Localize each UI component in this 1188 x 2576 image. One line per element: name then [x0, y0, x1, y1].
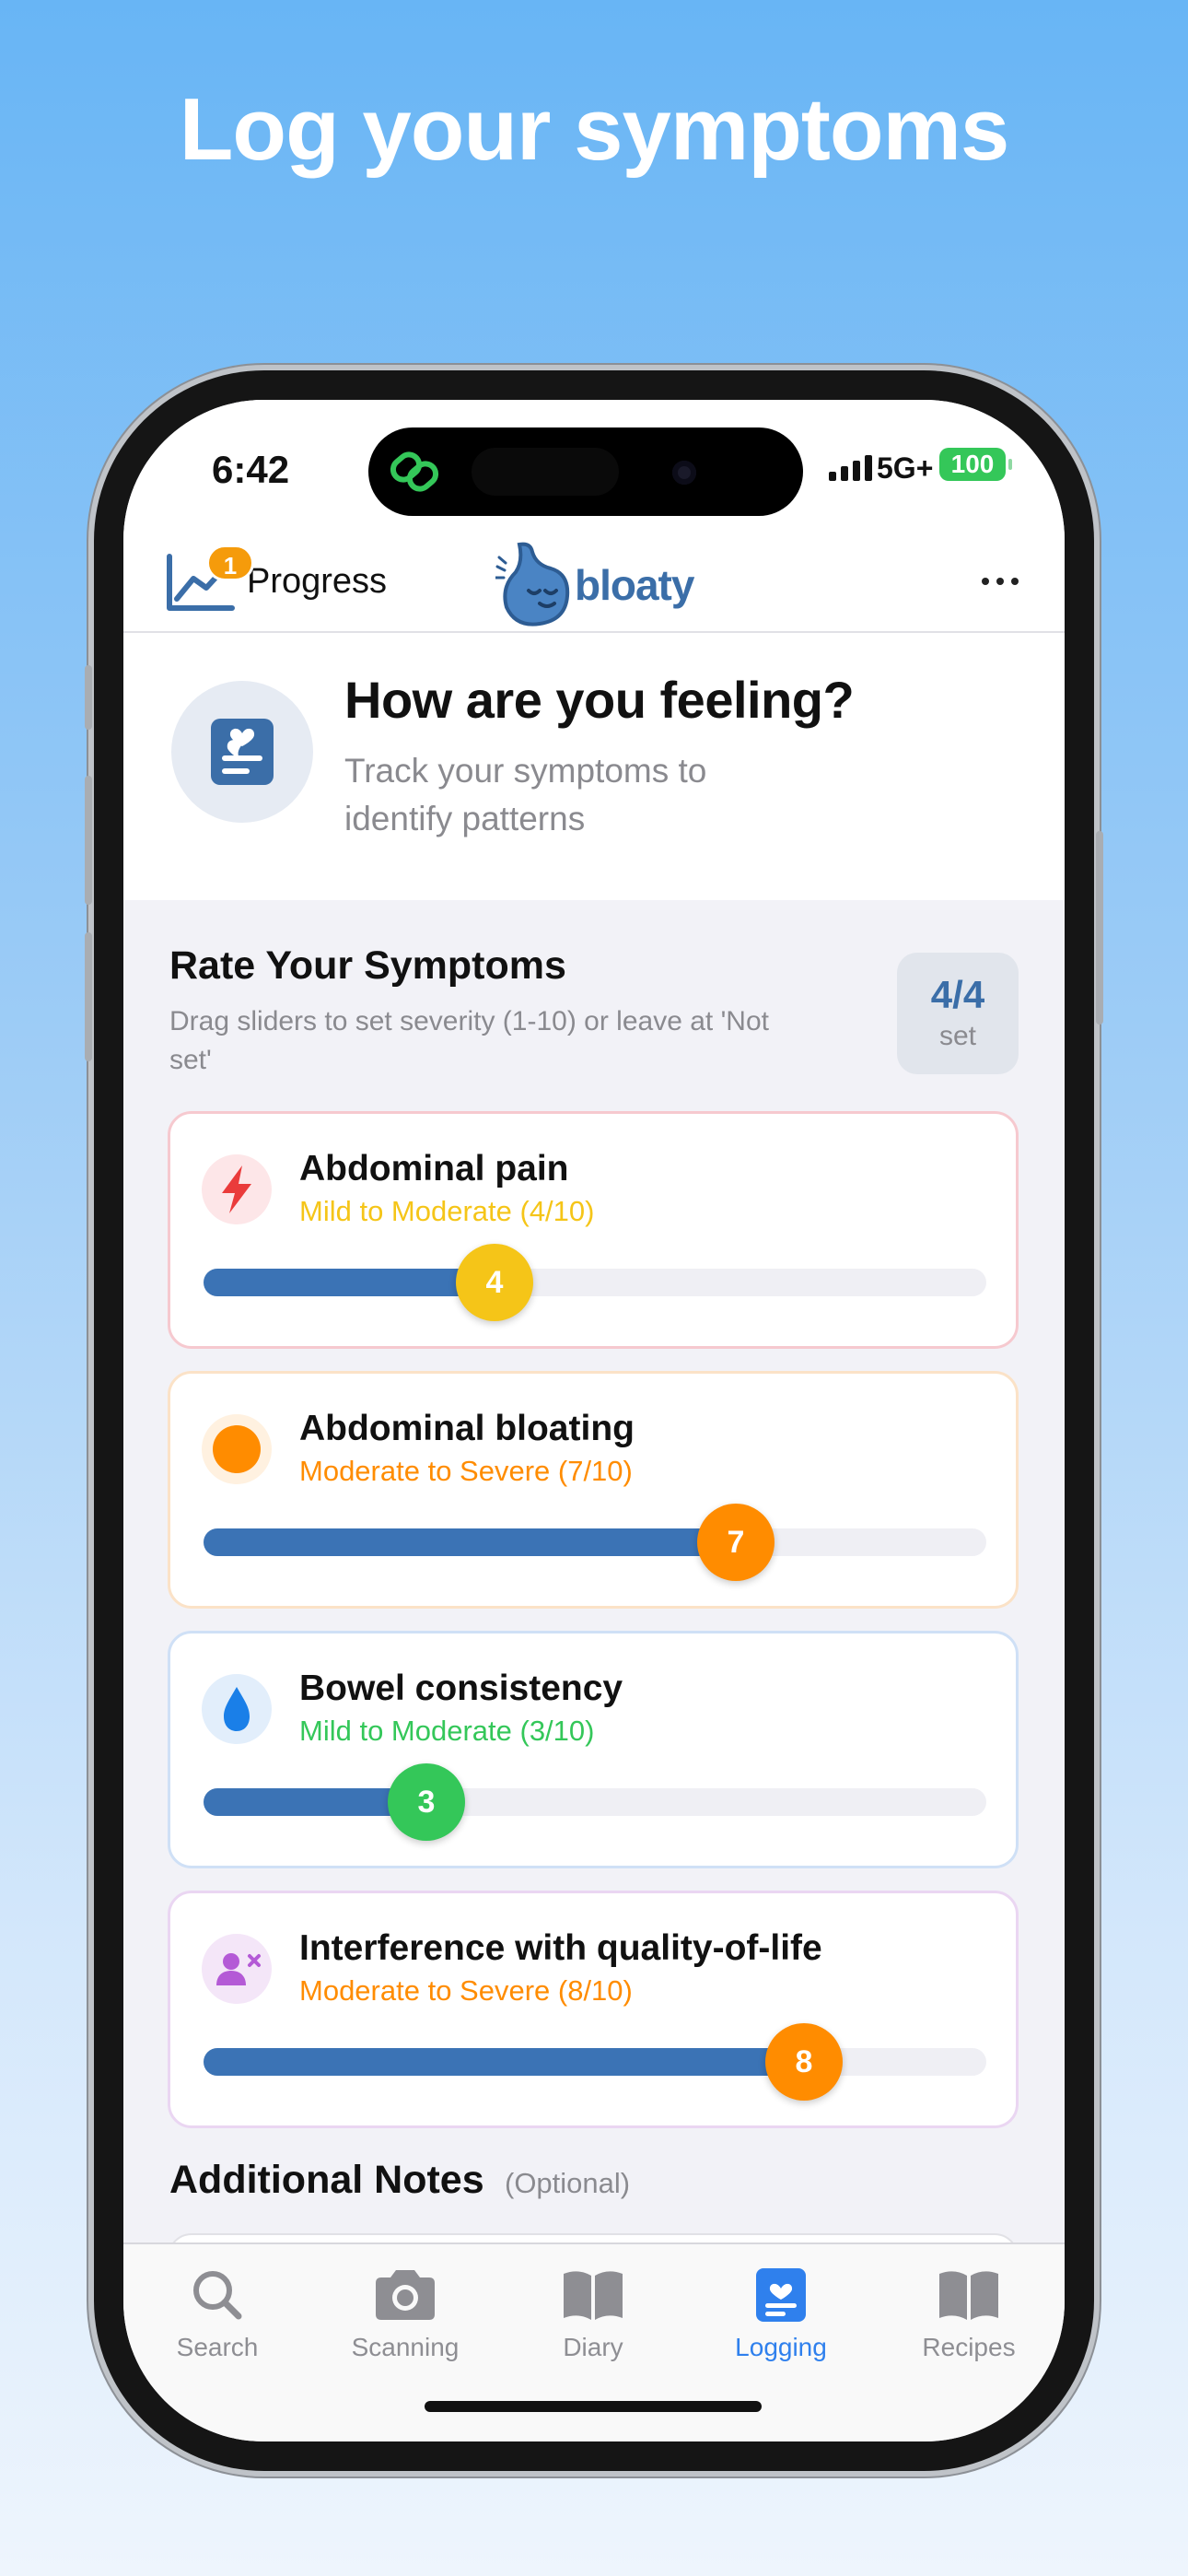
set-label: set: [938, 1021, 977, 1051]
progress-label: Progress: [247, 561, 388, 601]
slider-knob[interactable]: 8: [765, 2023, 843, 2101]
home-indicator[interactable]: [425, 2401, 762, 2412]
tab-logging[interactable]: Logging: [687, 2263, 875, 2362]
network-label: 5G+: [877, 451, 934, 485]
symptom-name: Abdominal bloating: [299, 1409, 635, 1448]
tab-diary[interactable]: Diary: [499, 2263, 687, 2362]
slider-fill: [204, 2048, 804, 2076]
slider-fill: [204, 1528, 736, 1556]
severity-slider[interactable]: 8: [204, 2023, 986, 2101]
feeling-title: How are you feeling?: [344, 671, 855, 729]
tab-label: Diary: [563, 2333, 623, 2361]
more-options-icon[interactable]: [982, 578, 1019, 585]
tab-label: Recipes: [922, 2333, 1016, 2361]
set-count: 4/4: [930, 973, 985, 1016]
search-icon: [193, 2271, 242, 2320]
status-time: 6:42: [212, 448, 290, 491]
severity-slider[interactable]: 4: [204, 1244, 986, 1321]
set-count-badge: 4/4 set: [897, 953, 1019, 1074]
tab-search[interactable]: Search: [123, 2263, 311, 2362]
person-x-icon: [202, 1934, 272, 2004]
front-camera: [672, 461, 696, 485]
tab-bar: Search Scanning Diary Logging Recipes: [123, 2242, 1065, 2441]
rate-subtitle: Drag sliders to set severity (1-10) or l…: [169, 1006, 769, 1075]
severity-slider[interactable]: 7: [204, 1504, 986, 1581]
tab-label: Search: [176, 2333, 259, 2361]
health-log-icon: [211, 719, 274, 785]
app-header: 1 Progress bloaty: [123, 533, 1065, 633]
symptom-severity: Mild to Moderate (3/10): [299, 1715, 595, 1747]
status-bar: 6:42 5G+ 100: [123, 400, 1065, 533]
severity-slider[interactable]: 3: [204, 1763, 986, 1841]
slider-fill: [204, 1269, 495, 1296]
notes-title: Additional Notes: [169, 2158, 484, 2202]
symptom-card-abdominal-bloating: Abdominal bloating Moderate to Severe (7…: [168, 1371, 1019, 1609]
volume-up-button: [85, 776, 92, 905]
water-drop-icon: [202, 1674, 272, 1744]
slider-knob[interactable]: 7: [697, 1504, 775, 1581]
slider-knob[interactable]: 3: [388, 1763, 465, 1841]
symptom-name: Interference with quality-of-life: [299, 1928, 822, 1968]
symptom-card-abdominal-pain: Abdominal pain Mild to Moderate (4/10) 4: [168, 1111, 1019, 1349]
symptom-card-quality-of-life: Interference with quality-of-life Modera…: [168, 1891, 1019, 2128]
rate-title: Rate Your Symptoms: [169, 943, 566, 988]
dynamic-island: [368, 427, 803, 516]
symptom-severity: Mild to Moderate (4/10): [299, 1195, 595, 1227]
symptom-severity: Moderate to Severe (7/10): [299, 1455, 633, 1487]
symptom-name: Bowel consistency: [299, 1669, 623, 1708]
app-logo: bloaty: [495, 541, 694, 629]
symptom-name: Abdominal pain: [299, 1149, 569, 1188]
camera-icon: [376, 2270, 435, 2320]
battery-icon: 100: [939, 448, 1012, 481]
notification-badge: 1: [206, 544, 254, 581]
symptom-severity: Moderate to Severe (8/10): [299, 1974, 633, 2007]
feeling-card: How are you feeling? Track your symptoms…: [123, 633, 1065, 900]
log-icon: [756, 2268, 806, 2322]
link-icon: [390, 451, 439, 492]
lightning-icon: [202, 1154, 272, 1224]
tab-recipes[interactable]: Recipes: [875, 2263, 1063, 2362]
island-sensor: [472, 448, 619, 496]
progress-button[interactable]: 1 Progress: [162, 544, 387, 618]
slider-knob[interactable]: 4: [456, 1244, 533, 1321]
symptom-card-bowel-consistency: Bowel consistency Mild to Moderate (3/10…: [168, 1631, 1019, 1868]
orange-circle-icon: [202, 1414, 272, 1484]
feeling-subtitle: Track your symptoms to identify patterns: [344, 752, 707, 837]
logo-text: bloaty: [575, 561, 694, 609]
silent-switch: [85, 665, 92, 730]
page-headline: Log your symptoms: [179, 80, 1009, 179]
feeling-icon-circle: [171, 681, 313, 823]
power-button: [1096, 831, 1103, 1025]
tab-label: Logging: [735, 2333, 827, 2361]
tab-label: Scanning: [351, 2333, 460, 2361]
volume-down-button: [85, 932, 92, 1061]
phone-screen: 6:42 5G+ 100 1 Progress bloaty How are y…: [123, 400, 1065, 2441]
book-icon: [939, 2271, 998, 2320]
notes-optional-label: (Optional): [505, 2167, 631, 2199]
book-icon: [564, 2271, 623, 2320]
signal-icon: [829, 453, 872, 481]
phone-frame: 6:42 5G+ 100 1 Progress bloaty How are y…: [85, 370, 1103, 2471]
tab-scanning[interactable]: Scanning: [311, 2263, 499, 2362]
stomach-mascot-icon: [495, 542, 570, 626]
